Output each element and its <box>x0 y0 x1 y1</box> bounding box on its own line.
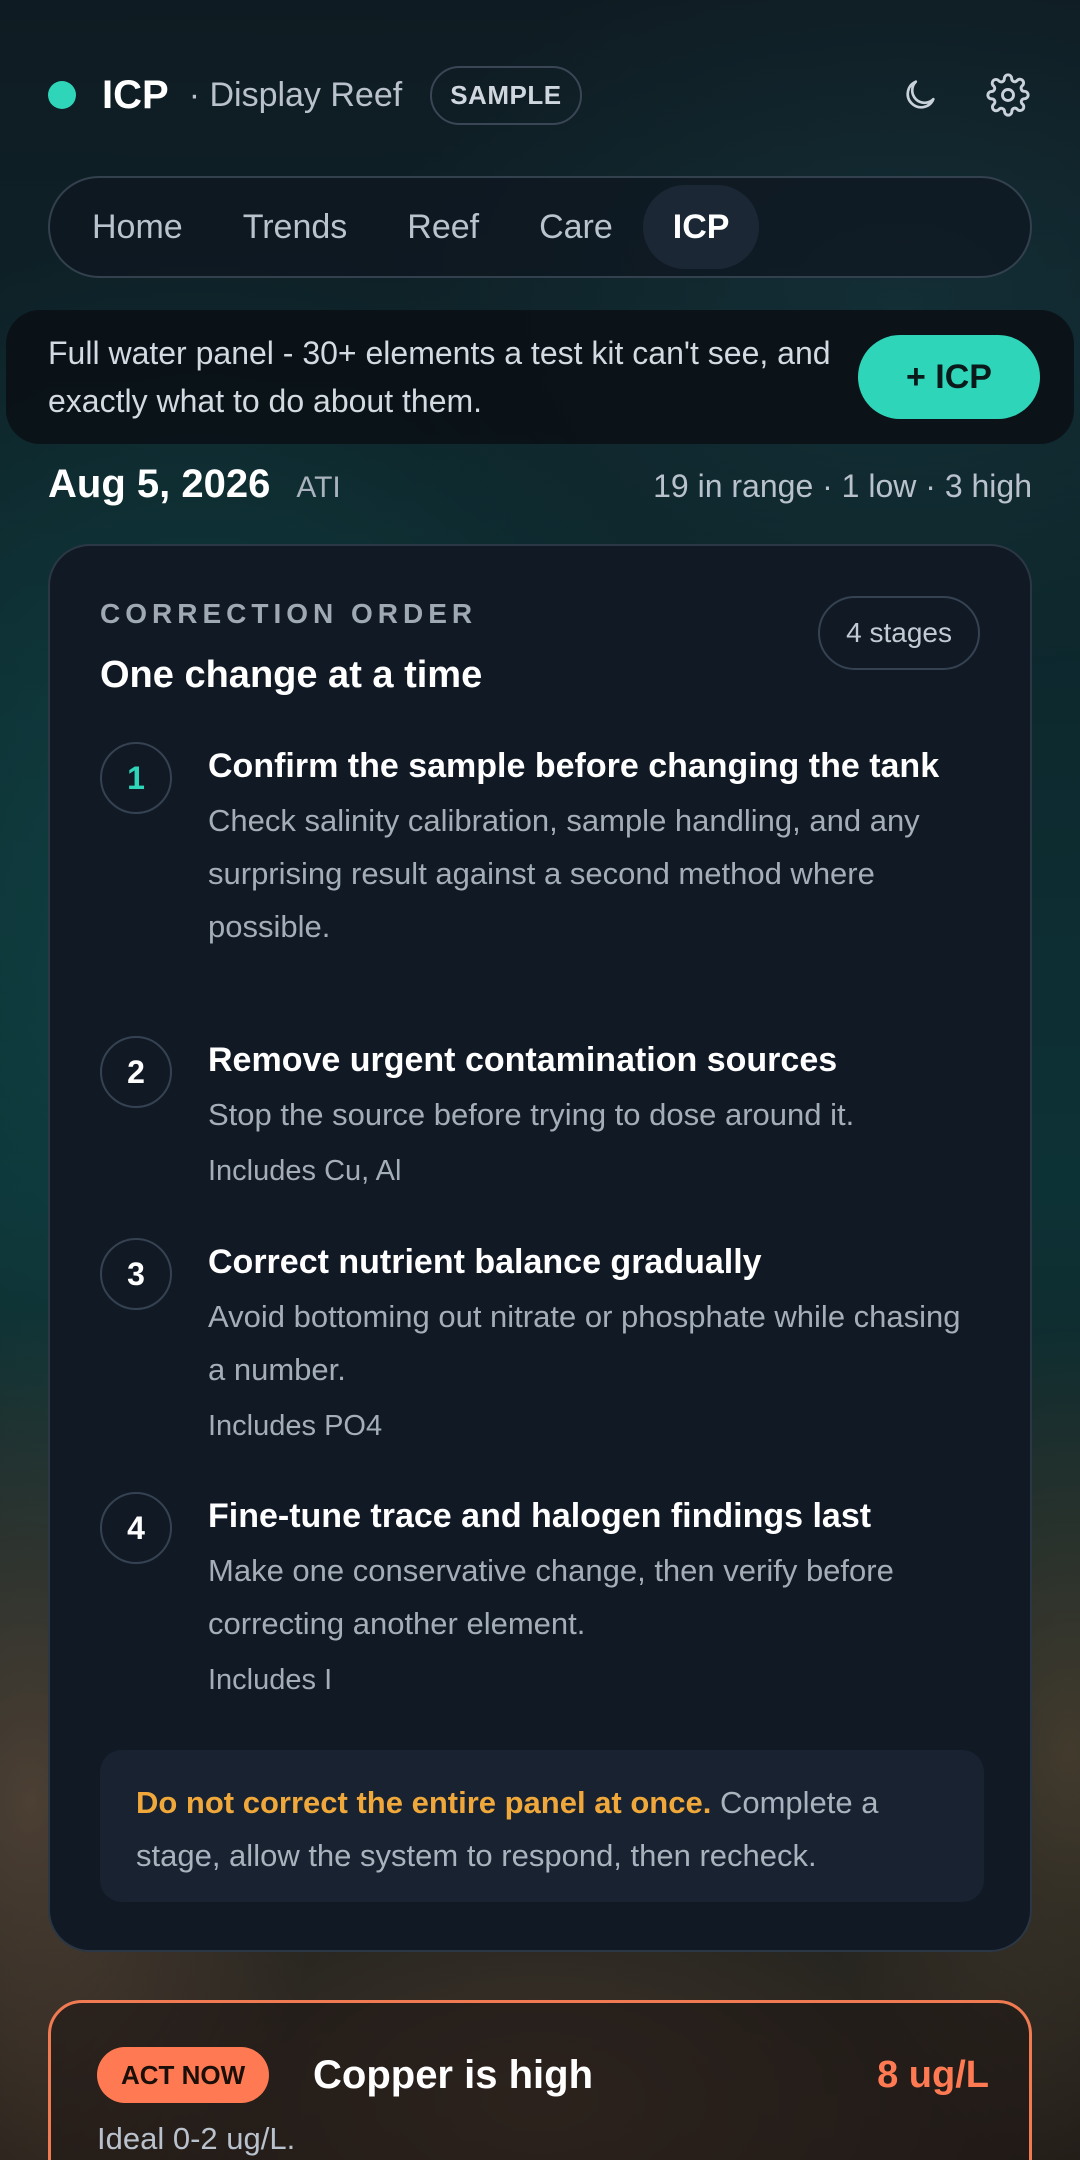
alert-value: 8 ug/L <box>877 2053 989 2096</box>
step-number: 3 <box>100 1238 172 1310</box>
test-summary: Aug 5, 2026 ATI 19 in range · 1 low · 3 … <box>48 462 1032 520</box>
icp-intro-banner: Full water panel - 30+ elements a test k… <box>6 310 1074 444</box>
step-includes: Includes Cu, Al <box>208 1155 402 1187</box>
result-counts: 19 in range · 1 low · 3 high <box>653 468 1032 504</box>
step-description: Make one conservative change, then verif… <box>208 1553 894 1641</box>
gear-icon[interactable] <box>984 71 1032 119</box>
step-title: Confirm the sample before changing the t… <box>208 747 940 785</box>
tab-reef[interactable]: Reef <box>377 185 509 269</box>
act-now-badge: ACT NOW <box>97 2047 270 2103</box>
step-description: Check salinity calibration, sample handl… <box>208 803 920 944</box>
sample-badge: SAMPLE <box>430 65 582 125</box>
add-icp-button[interactable]: + ICP <box>858 335 1040 419</box>
tab-home[interactable]: Home <box>62 185 213 269</box>
tab-care[interactable]: Care <box>509 185 643 269</box>
copper-alert-card[interactable]: ACT NOW Copper is high 8 ug/L Ideal 0-2 … <box>48 2000 1032 2160</box>
correction-warning-note: Do not correct the entire panel at once.… <box>100 1750 984 1902</box>
step-description: Avoid bottoming out nitrate or phosphate… <box>208 1299 961 1387</box>
note-emphasis: Do not correct the entire panel at once. <box>136 1785 712 1820</box>
step-number: 1 <box>100 742 172 814</box>
app-title: ICP <box>102 72 169 117</box>
step-includes: Includes PO4 <box>208 1410 383 1442</box>
step-title: Remove urgent contamination sources <box>208 1041 838 1079</box>
alert-title: Copper is high <box>313 2052 593 2097</box>
alert-ideal-range: Ideal 0-2 ug/L. <box>97 2121 296 2156</box>
step-includes: Includes I <box>208 1664 333 1696</box>
tab-icp[interactable]: ICP <box>642 185 760 269</box>
correction-order-card: CORRECTION ORDER One change at a time 4 … <box>48 544 1032 1952</box>
tab-nav: Home Trends Reef Care ICP <box>48 176 1032 278</box>
test-date: Aug 5, 2026 <box>48 462 271 506</box>
card-kicker: CORRECTION ORDER <box>100 598 478 629</box>
tank-name: · Display Reef <box>188 75 403 114</box>
step-number: 2 <box>100 1036 172 1108</box>
stages-badge: 4 stages <box>818 596 980 670</box>
card-title: One change at a time <box>100 654 483 696</box>
app-header: ICP · Display Reef SAMPLE <box>48 60 1032 130</box>
lab-name: ATI <box>296 471 341 504</box>
tab-trends[interactable]: Trends <box>213 185 378 269</box>
moon-icon[interactable] <box>896 71 944 119</box>
step-number: 4 <box>100 1492 172 1564</box>
step-title: Correct nutrient balance gradually <box>208 1243 762 1281</box>
status-dot <box>48 81 76 109</box>
banner-text: Full water panel - 30+ elements a test k… <box>48 335 831 419</box>
step-title: Fine-tune trace and halogen findings las… <box>208 1497 872 1535</box>
step-description: Stop the source before trying to dose ar… <box>208 1097 855 1132</box>
